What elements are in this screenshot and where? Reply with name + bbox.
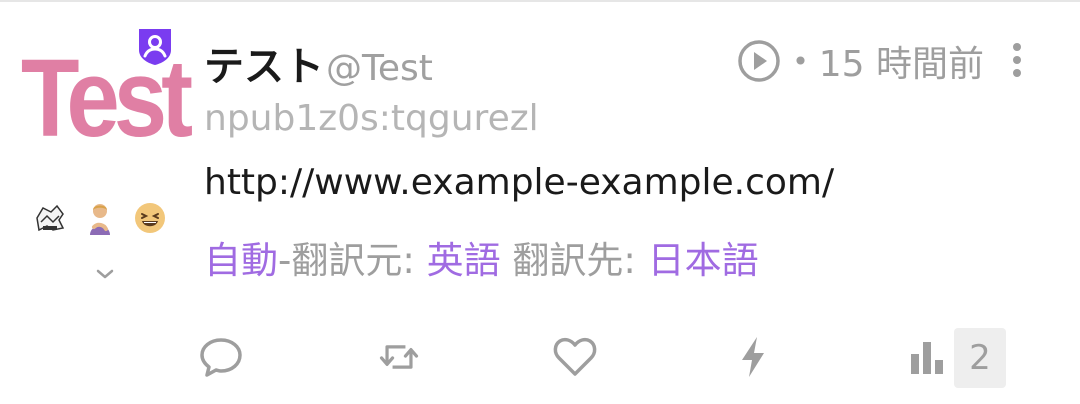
npub-identifier[interactable]: npub1z0s:tqgurezl (204, 98, 539, 139)
timestamp[interactable]: 15 時間前 (819, 35, 984, 87)
source-language-link[interactable]: 英語 (427, 239, 501, 282)
user-handle[interactable]: @Test (326, 48, 433, 89)
play-circle-icon[interactable] (736, 38, 782, 84)
note-content-link[interactable]: http://www.example-example.com/ (204, 162, 834, 203)
custom-emoji-reaction[interactable] (32, 200, 68, 236)
more-vertical-icon[interactable] (1004, 40, 1030, 80)
chevron-down-icon[interactable] (92, 262, 118, 286)
zap-icon[interactable] (730, 334, 776, 380)
reply-icon[interactable] (198, 334, 244, 380)
translate-from-label: -翻訳元: (278, 239, 427, 282)
display-name[interactable]: テスト (204, 34, 324, 92)
translation-line: 自動-翻訳元: 英語 翻訳先: 日本語 (204, 230, 759, 284)
reaction-list (32, 196, 168, 240)
target-language-link[interactable]: 日本語 (648, 239, 759, 282)
top-divider (0, 0, 1080, 2)
auto-translate-toggle[interactable]: 自動 (204, 239, 278, 282)
person-emoji-reaction[interactable] (82, 200, 118, 236)
shield-user-icon (136, 26, 174, 66)
repost-icon[interactable] (376, 334, 422, 380)
translate-to-label: 翻訳先: (500, 239, 648, 282)
note-header: テスト @Test (204, 34, 433, 90)
time-separator: • (792, 44, 809, 78)
stats-count[interactable]: 2 (954, 328, 1006, 388)
bar-chart-icon[interactable] (906, 334, 946, 380)
laughing-face-emoji-reaction[interactable] (132, 200, 168, 236)
heart-icon[interactable] (552, 334, 598, 380)
note-meta: • 15 時間前 (736, 36, 984, 86)
